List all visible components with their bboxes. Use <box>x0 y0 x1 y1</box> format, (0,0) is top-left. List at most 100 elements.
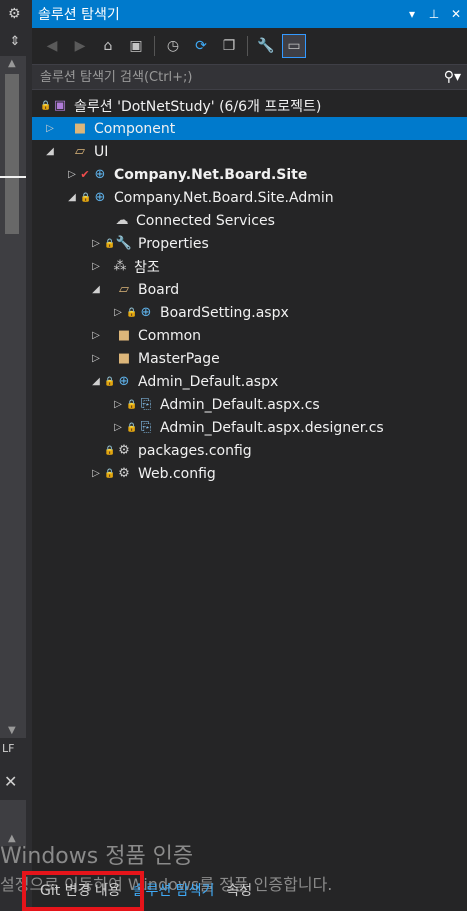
wrench-icon: 🔧 <box>115 236 133 251</box>
properties-wrench-icon[interactable]: 🔧 <box>254 34 278 58</box>
forward-icon[interactable]: ▶ <box>68 34 92 58</box>
tree-node-common[interactable]: ▷ ■ Common <box>32 324 467 347</box>
panel-titlebar: 솔루션 탐색기 ▾ ⊥ ✕ <box>32 0 467 28</box>
collapse-icon[interactable]: ◢ <box>42 146 58 157</box>
search-icon[interactable]: ⚲▾ <box>427 69 467 85</box>
tree-node-label: MasterPage <box>138 350 220 367</box>
tree-node-boardsetting[interactable]: ▷ 🔒 ⊕ BoardSetting.aspx <box>32 301 467 324</box>
aspx-file-icon: ⊕ <box>140 305 152 320</box>
collapse-icon[interactable]: ◢ <box>88 376 104 387</box>
tree-node-label: UI <box>94 143 109 160</box>
tree-node-board[interactable]: ◢ ▱ Board <box>32 278 467 301</box>
pin-icon[interactable]: ⊥ <box>423 7 445 21</box>
back-icon[interactable]: ◀ <box>40 34 64 58</box>
pending-changes-filter-icon[interactable]: ◷ <box>161 34 185 58</box>
references-icon: ⁂ <box>113 259 127 274</box>
connected-services-icon: ☁ <box>115 213 129 228</box>
tree-node-ui[interactable]: ◢ ▱ UI <box>32 140 467 163</box>
folder-open-icon: ▱ <box>75 144 85 159</box>
home-icon[interactable]: ⌂ <box>96 34 120 58</box>
tree-node-label: packages.config <box>138 442 252 459</box>
tree-node-properties[interactable]: ▷ 🔒 🔧 Properties <box>32 232 467 255</box>
close-icon[interactable]: ✕ <box>4 772 17 791</box>
collapse-all-icon[interactable]: ❐ <box>217 34 241 58</box>
lock-icon: 🔒 <box>80 192 92 203</box>
editor-scrollbar[interactable]: ▲ ▼ <box>0 56 26 738</box>
collapse-icon[interactable]: ◢ <box>88 284 104 295</box>
tree-node-label: 솔루션 'DotNetStudy' (6/6개 프로젝트) <box>74 98 322 115</box>
tree-node-solution[interactable]: 🔒 ▣ 솔루션 'DotNetStudy' (6/6개 프로젝트) <box>32 94 467 117</box>
sync-icon[interactable]: ⟳ <box>189 34 213 58</box>
web-project-icon: ⊕ <box>94 167 106 182</box>
expand-icon[interactable]: ▷ <box>88 353 104 364</box>
lock-icon: 🔒 <box>104 238 116 249</box>
lock-icon: 🔒 <box>126 422 138 433</box>
gear-icon[interactable]: ⚙ <box>8 6 21 22</box>
tree-node-label: Common <box>138 327 202 344</box>
highlight-box <box>22 871 144 911</box>
tree-node-web-config[interactable]: ▷ 🔒 ⚙ Web.config <box>32 462 467 485</box>
scroll-up-icon[interactable]: ▲ <box>8 58 16 69</box>
close-icon[interactable]: ✕ <box>445 7 467 21</box>
switch-views-icon[interactable]: ▣ <box>124 34 148 58</box>
split-icon[interactable]: ⇕ <box>6 32 24 52</box>
tree-node-masterpage[interactable]: ▷ ■ MasterPage <box>32 347 467 370</box>
tree-node-project-admin[interactable]: ◢ 🔒 ⊕ Company.Net.Board.Site.Admin <box>32 186 467 209</box>
tree-node-references[interactable]: ▷ ⁂ 참조 <box>32 255 467 278</box>
toolbar-separator <box>154 36 155 56</box>
lock-icon: 🔒 <box>104 376 116 387</box>
aspx-file-icon: ⊕ <box>118 374 130 389</box>
tab-solution-explorer[interactable]: 솔루션 탐색기 <box>133 880 215 900</box>
expand-icon[interactable]: ▷ <box>88 330 104 341</box>
tree-node-component[interactable]: ▷ ■ Component <box>32 117 467 140</box>
config-file-icon: ⚙ <box>118 466 130 481</box>
tree-node-admin-default-cs[interactable]: ▷ 🔒 ⎘ Admin_Default.aspx.cs <box>32 393 467 416</box>
toolbar-separator <box>247 36 248 56</box>
scroll-marker <box>0 176 26 178</box>
expand-icon[interactable]: ▷ <box>88 261 104 272</box>
collapse-icon[interactable]: ◢ <box>64 192 80 203</box>
config-file-icon: ⚙ <box>118 443 130 458</box>
tree-node-label: Connected Services <box>136 212 275 229</box>
tree-node-label: 참조 <box>134 259 160 276</box>
tree-node-admin-default[interactable]: ◢ 🔒 ⊕ Admin_Default.aspx <box>32 370 467 393</box>
preview-selected-icon[interactable]: ▭ <box>282 34 306 58</box>
left-tool-strip: ⚙ ⇕ ▲ ▼ LF ✕ ▲ <box>0 0 32 911</box>
cs-file-icon: ⎘ <box>140 397 152 412</box>
expand-icon[interactable]: ▷ <box>110 422 126 433</box>
expand-icon[interactable]: ▷ <box>88 468 104 479</box>
tree-node-project-site[interactable]: ▷ ✔ ⊕ Company.Net.Board.Site <box>32 163 467 186</box>
expand-icon[interactable]: ▷ <box>88 238 104 249</box>
scroll-thumb[interactable] <box>5 74 19 234</box>
expand-icon[interactable]: ▷ <box>64 169 80 180</box>
search-box: ⚲▾ <box>32 64 467 90</box>
dropdown-icon[interactable]: ▾ <box>401 7 423 21</box>
scroll-down-icon[interactable]: ▼ <box>8 725 16 736</box>
tree-node-label: Web.config <box>138 465 216 482</box>
expand-icon[interactable]: ▷ <box>42 123 58 134</box>
lock-icon: 🔒 <box>126 399 138 410</box>
expand-icon[interactable]: ▷ <box>110 307 126 318</box>
tree-node-label: BoardSetting.aspx <box>160 304 289 321</box>
tree-node-connected-services[interactable]: ☁ Connected Services <box>32 209 467 232</box>
folder-open-icon: ▱ <box>119 282 129 297</box>
line-ending-label[interactable]: LF <box>0 738 32 760</box>
activation-watermark-title: Windows 정품 인증 <box>0 844 194 869</box>
tree-node-packages-config[interactable]: 🔒 ⚙ packages.config <box>32 439 467 462</box>
tree-node-label: Component <box>94 120 176 137</box>
expand-icon[interactable]: ▷ <box>110 399 126 410</box>
panel-title: 솔루션 탐색기 <box>38 7 120 23</box>
panel-toolbar: ◀ ▶ ⌂ ▣ ◷ ⟳ ❐ 🔧 ▭ <box>32 28 467 64</box>
tab-properties[interactable]: 속성 <box>226 880 252 900</box>
tree-node-admin-default-designer[interactable]: ▷ 🔒 ⎘ Admin_Default.aspx.designer.cs <box>32 416 467 439</box>
folder-icon: ■ <box>73 121 87 136</box>
solution-icon: ▣ <box>53 98 67 113</box>
lock-icon: 🔒 <box>104 445 116 456</box>
lock-icon: 🔒 <box>126 307 138 318</box>
folder-icon: ■ <box>117 351 131 366</box>
lock-icon: 🔒 <box>40 100 52 111</box>
search-input[interactable] <box>40 69 427 85</box>
solution-tree: 🔒 ▣ 솔루션 'DotNetStudy' (6/6개 프로젝트) ▷ ■ Co… <box>32 90 467 485</box>
tree-node-label: Properties <box>138 235 209 252</box>
tree-node-label: Company.Net.Board.Site.Admin <box>114 189 334 206</box>
